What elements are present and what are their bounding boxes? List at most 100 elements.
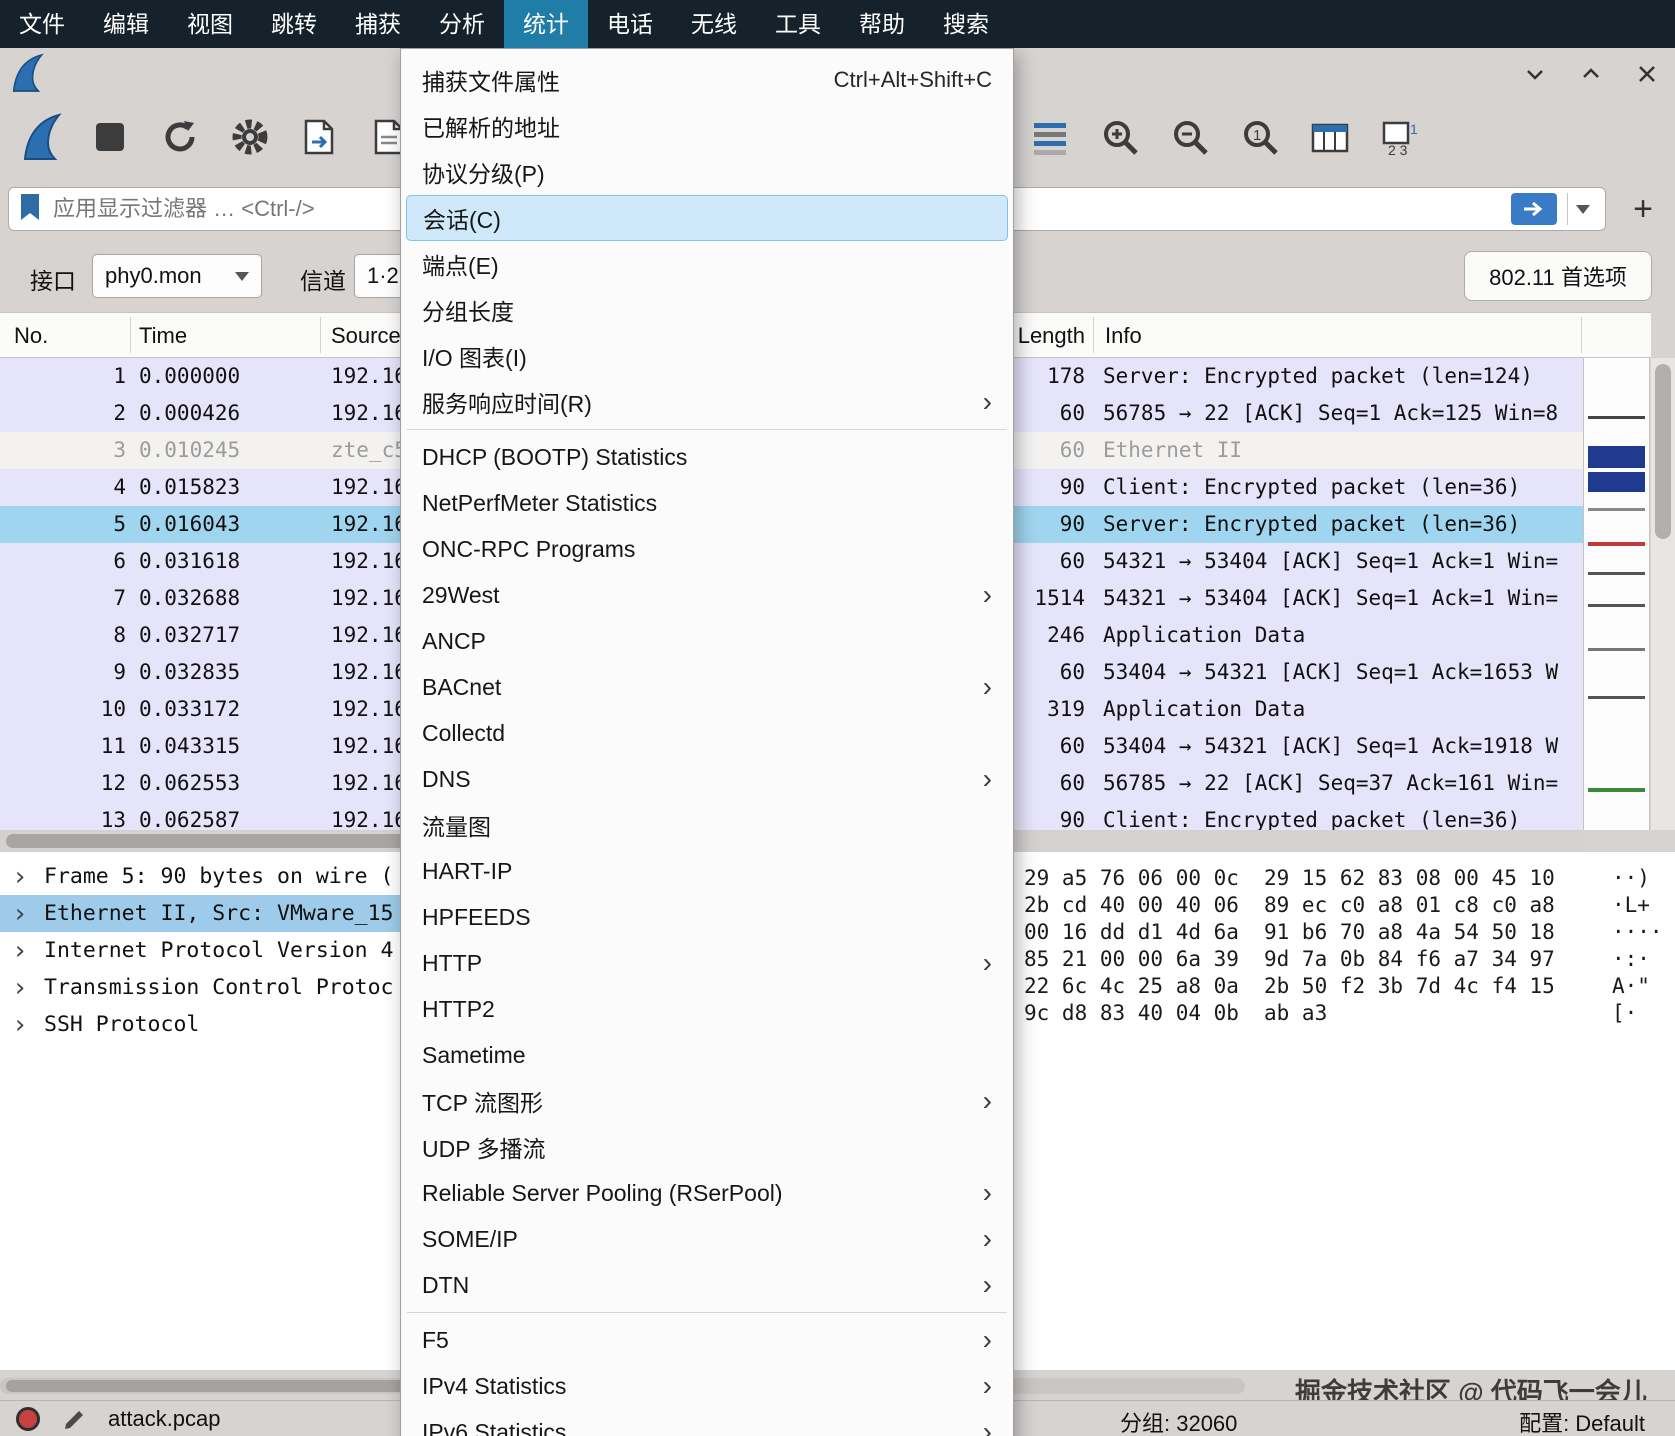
menu-item-Collectd[interactable]: Collectd	[406, 710, 1008, 756]
packet-list-vscrollbar[interactable]	[1651, 358, 1675, 830]
menubar-item-搜索[interactable]: 搜索	[924, 0, 1008, 48]
menu-item-流量图[interactable]: 流量图	[406, 802, 1008, 848]
scrollbar-thumb[interactable]	[1655, 364, 1671, 539]
menubar-item-编辑[interactable]: 编辑	[84, 0, 168, 48]
menu-item-ANCP[interactable]: ANCP	[406, 618, 1008, 664]
menu-item-HPFEEDS[interactable]: HPFEEDS	[406, 894, 1008, 940]
hex-row[interactable]: 9c d8 83 40 04 0b ab a3 [·	[1014, 1001, 1675, 1028]
scrollbar-thumb[interactable]	[6, 1380, 406, 1392]
menubar-item-工具[interactable]: 工具	[756, 0, 840, 48]
svg-text:1: 1	[1253, 127, 1261, 144]
wireless-prefs-button[interactable]: 802.11 首选项	[1464, 251, 1652, 301]
add-filter-button[interactable]: +	[1620, 187, 1666, 231]
interface-select[interactable]: phy0.mon	[92, 254, 262, 298]
capture-comment-icon[interactable]	[62, 1406, 88, 1436]
menu-item-SOME/IP[interactable]: SOME/IP ›	[406, 1216, 1008, 1262]
open-capture-file-icon[interactable]	[292, 108, 348, 166]
restart-capture-icon[interactable]	[152, 108, 208, 166]
menu-item-label: 会话(C)	[423, 207, 501, 233]
apply-filter-button[interactable]	[1511, 193, 1557, 225]
expand-chevron-icon[interactable]: ›	[12, 1010, 30, 1040]
interface-label: 接口	[30, 268, 76, 294]
hex-row[interactable]: 2b cd 40 00 40 06 89 ec c0 a8 01 c8 c0 a8…	[1014, 893, 1675, 920]
column-divider[interactable]	[1581, 317, 1582, 353]
menu-item-HART-IP[interactable]: HART-IP	[406, 848, 1008, 894]
capture-options-icon[interactable]	[222, 108, 278, 166]
menubar-item-统计[interactable]: 统计	[504, 0, 588, 48]
menu-item-F5[interactable]: F5 ›	[406, 1317, 1008, 1363]
packet-bytes-pane: 29 a5 76 06 00 0c 29 15 62 83 08 00 45 10…	[1014, 852, 1675, 1370]
menu-item-BACnet[interactable]: BACnet ›	[406, 664, 1008, 710]
column-divider[interactable]	[1093, 317, 1094, 353]
hex-row[interactable]: 29 a5 76 06 00 0c 29 15 62 83 08 00 45 10…	[1014, 866, 1675, 893]
expert-info-icon[interactable]	[16, 1407, 40, 1431]
menu-item-HTTP2[interactable]: HTTP2	[406, 986, 1008, 1032]
menu-item-label: Sametime	[422, 1041, 526, 1068]
stop-capture-icon[interactable]	[82, 108, 138, 166]
menubar-item-分析[interactable]: 分析	[420, 0, 504, 48]
column-header-source[interactable]: Source	[331, 323, 401, 349]
menu-item-HTTP[interactable]: HTTP ›	[406, 940, 1008, 986]
resize-columns-icon[interactable]	[1302, 108, 1358, 166]
numbered-columns-icon[interactable]: 12 3	[1372, 108, 1428, 166]
menu-item-会话(C)[interactable]: 会话(C)	[406, 195, 1008, 241]
zoom-in-icon[interactable]	[1092, 108, 1148, 166]
zoom-out-icon[interactable]	[1162, 108, 1218, 166]
intelligent-scrollbar[interactable]	[1583, 358, 1650, 830]
menu-item-捕获文件属性[interactable]: 捕获文件属性 Ctrl+Alt+Shift+C	[406, 57, 1008, 103]
menubar-item-电话[interactable]: 电话	[588, 0, 672, 48]
hex-row[interactable]: 00 16 dd d1 4d 6a 91 b6 70 a8 4a 54 50 18…	[1014, 920, 1675, 947]
expand-chevron-icon[interactable]: ›	[12, 973, 30, 1003]
expand-chevron-icon[interactable]: ›	[12, 862, 30, 892]
menu-item-DTN[interactable]: DTN ›	[406, 1262, 1008, 1308]
packet-cell-info: 54321 → 53404 [ACK] Seq=1 Ack=1 Win=	[1103, 549, 1559, 573]
menu-item-已解析的地址[interactable]: 已解析的地址	[406, 103, 1008, 149]
expand-chevron-icon[interactable]: ›	[12, 936, 30, 966]
column-header-time[interactable]: Time	[139, 323, 187, 349]
column-divider[interactable]	[320, 317, 321, 353]
menubar-item-捕获[interactable]: 捕获	[336, 0, 420, 48]
close-icon[interactable]	[1633, 60, 1661, 88]
column-header-length[interactable]: Length	[1005, 323, 1085, 349]
column-divider[interactable]	[130, 317, 131, 353]
zoom-original-icon[interactable]: 1	[1232, 108, 1288, 166]
packet-cell-src: 192.16	[331, 549, 403, 573]
menu-item-DHCP (BOOTP) Statistics[interactable]: DHCP (BOOTP) Statistics	[406, 434, 1008, 480]
colorize-packet-list-icon[interactable]	[1022, 108, 1078, 166]
menu-item-IPv4 Statistics[interactable]: IPv4 Statistics ›	[406, 1363, 1008, 1409]
menu-item-IPv6 Statistics[interactable]: IPv6 Statistics ›	[406, 1409, 1008, 1436]
expand-chevron-icon[interactable]: ›	[12, 899, 30, 929]
packet-cell-src: 192.16	[331, 401, 403, 425]
column-header-no[interactable]: No.	[14, 323, 48, 349]
packet-cell-time: 0.062553	[139, 771, 241, 795]
menu-item-分组长度[interactable]: 分组长度	[406, 287, 1008, 333]
menu-item-服务响应时间(R)[interactable]: 服务响应时间(R) ›	[406, 379, 1008, 425]
filter-bookmark-icon[interactable]	[17, 192, 43, 227]
menu-item-Sametime[interactable]: Sametime	[406, 1032, 1008, 1078]
menu-item-端点(E)[interactable]: 端点(E)	[406, 241, 1008, 287]
filter-dropdown-caret-icon[interactable]	[1567, 193, 1597, 225]
menu-item-Reliable Server Pooling (RSerPool)[interactable]: Reliable Server Pooling (RSerPool) ›	[406, 1170, 1008, 1216]
column-header-info[interactable]: Info	[1105, 323, 1142, 349]
menu-item-I/O 图表(I)[interactable]: I/O 图表(I)	[406, 333, 1008, 379]
menu-item-DNS[interactable]: DNS ›	[406, 756, 1008, 802]
profile-label[interactable]: 配置: Default	[1519, 1406, 1645, 1436]
menu-item-NetPerfMeter Statistics[interactable]: NetPerfMeter Statistics	[406, 480, 1008, 526]
menubar-item-无线[interactable]: 无线	[672, 0, 756, 48]
menubar-item-文件[interactable]: 文件	[0, 0, 84, 48]
packet-cell-src: zte_c5	[331, 438, 403, 462]
menu-item-UDP 多播流[interactable]: UDP 多播流	[406, 1124, 1008, 1170]
menu-item-29West[interactable]: 29West ›	[406, 572, 1008, 618]
menubar-item-跳转[interactable]: 跳转	[252, 0, 336, 48]
menu-item-ONC-RPC Programs[interactable]: ONC-RPC Programs	[406, 526, 1008, 572]
hex-row[interactable]: 22 6c 4c 25 a8 0a 2b 50 f2 3b 7d 4c f4 15…	[1014, 974, 1675, 1001]
hex-row[interactable]: 85 21 00 00 6a 39 9d 7a 0b 84 f6 a7 34 97…	[1014, 947, 1675, 974]
maximize-icon[interactable]	[1577, 60, 1605, 88]
menu-item-TCP 流图形[interactable]: TCP 流图形 ›	[406, 1078, 1008, 1124]
wireshark-fin-icon[interactable]	[12, 108, 68, 166]
menu-item-协议分级(P)[interactable]: 协议分级(P)	[406, 149, 1008, 195]
minimize-icon[interactable]	[1521, 60, 1549, 88]
menubar-item-视图[interactable]: 视图	[168, 0, 252, 48]
submenu-arrow-icon: ›	[982, 1177, 992, 1208]
menubar-item-帮助[interactable]: 帮助	[840, 0, 924, 48]
